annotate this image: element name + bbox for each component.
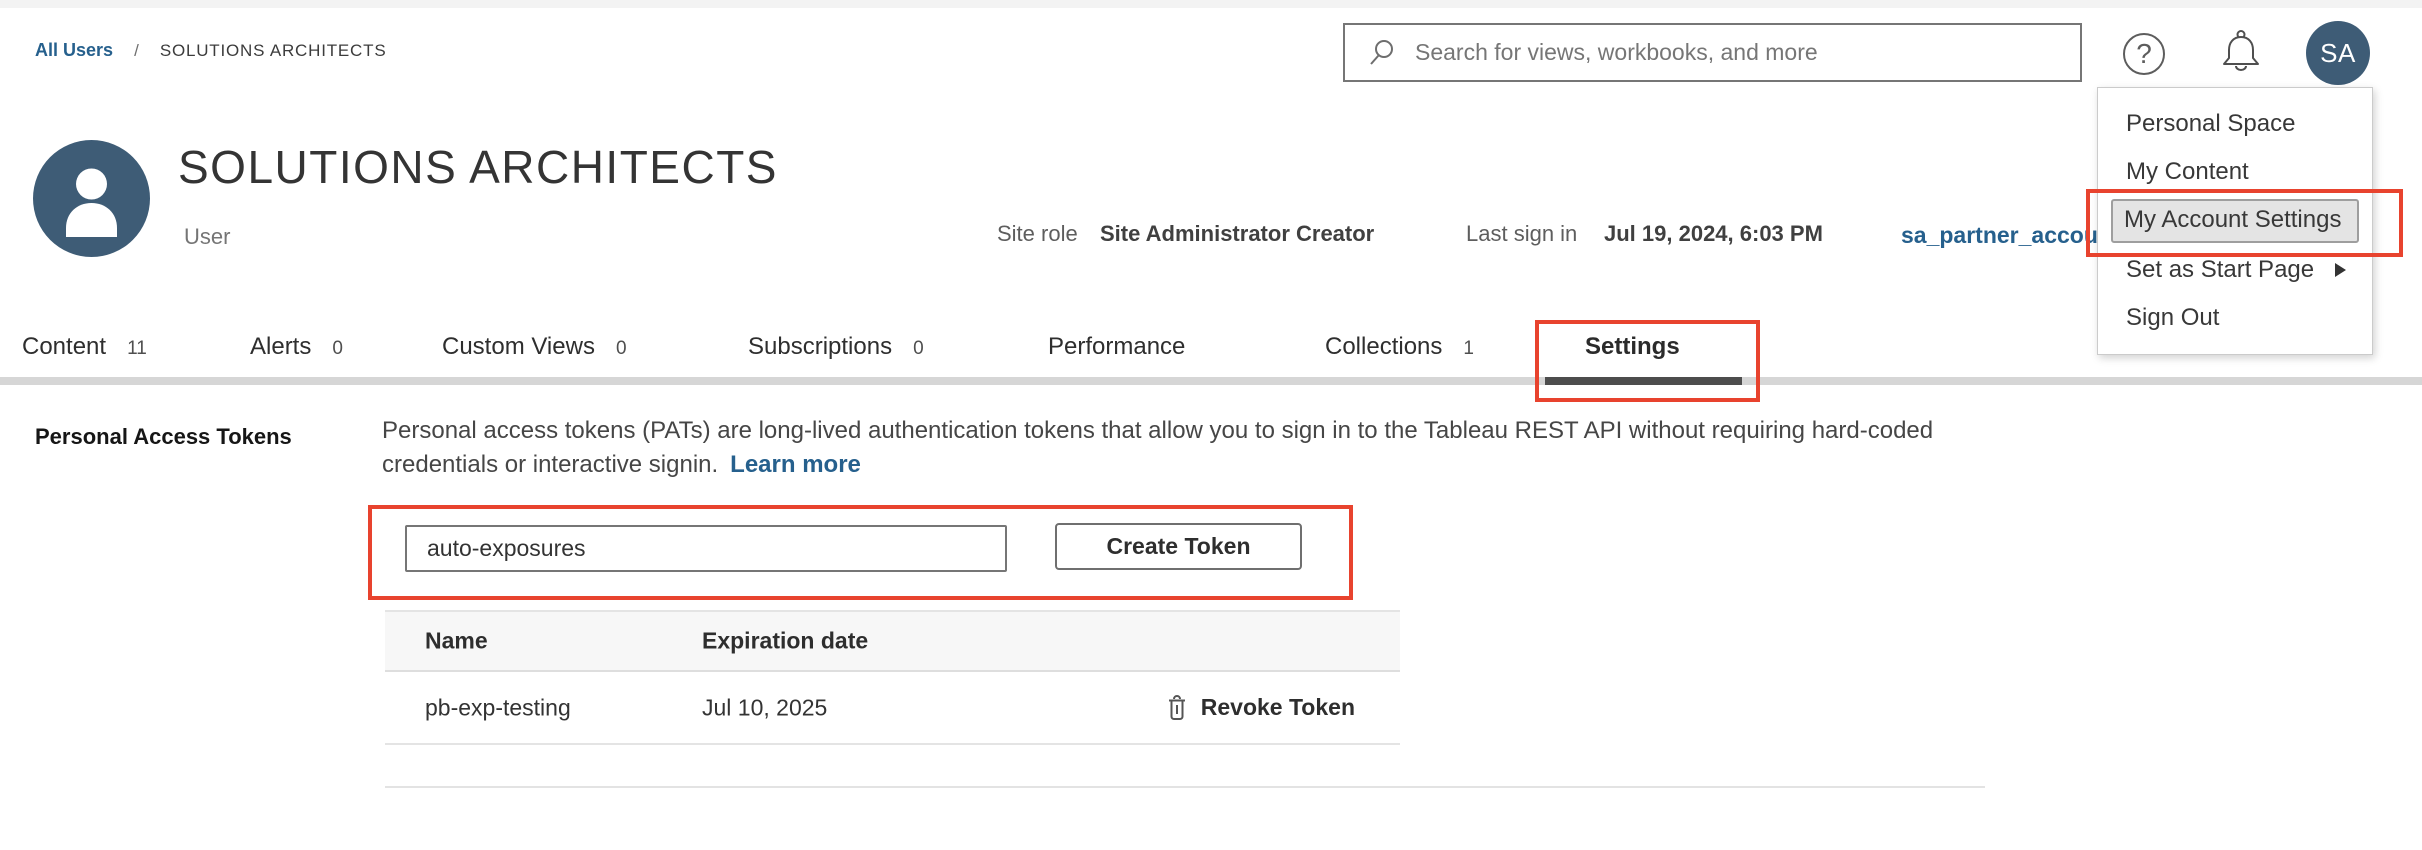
tab-count: 0 (332, 338, 343, 360)
column-header-name: Name (425, 628, 488, 655)
tab-label: Alerts (250, 333, 311, 361)
revoke-token-button[interactable]: Revoke Token (1167, 694, 1355, 722)
svg-text:?: ? (2136, 38, 2152, 69)
search-icon (1367, 38, 1397, 68)
column-header-expiration: Expiration date (702, 628, 868, 655)
site-role-value: Site Administrator Creator (1100, 221, 1374, 247)
pat-table: Name Expiration date pb-exp-testing Jul … (385, 610, 1400, 745)
token-name-input[interactable] (405, 525, 1007, 572)
tab-count: 1 (1463, 338, 1474, 360)
menu-item-my-account-settings[interactable]: My Account Settings (2111, 199, 2359, 243)
tab-label: Collections (1325, 333, 1442, 361)
user-account-menu: Personal Space My Content My Account Set… (2097, 87, 2373, 355)
tab-custom-views[interactable]: Custom Views 0 (442, 333, 627, 361)
page-title: SOLUTIONS ARCHITECTS (178, 140, 778, 194)
search-input[interactable] (1413, 38, 2080, 67)
top-hairline (0, 0, 2422, 8)
tab-collections[interactable]: Collections 1 (1325, 333, 1474, 361)
tab-label: Content (22, 333, 106, 361)
tab-content[interactable]: Content 11 (22, 333, 147, 361)
profile-avatar (33, 140, 150, 257)
pat-description-line1: Personal access tokens (PATs) are long-l… (382, 417, 1933, 444)
notifications-button[interactable] (2218, 28, 2264, 83)
menu-item-my-content[interactable]: My Content (2098, 148, 2372, 196)
table-row: pb-exp-testing Jul 10, 2025 Revoke Token (385, 672, 1400, 745)
create-token-button[interactable]: Create Token (1055, 523, 1302, 570)
tab-bar-underline (0, 377, 2422, 385)
tab-count: 0 (616, 338, 627, 360)
token-name-cell: pb-exp-testing (425, 694, 571, 721)
user-subtitle: User (184, 224, 230, 250)
last-sign-in-label: Last sign in (1466, 221, 1577, 247)
tab-count: 0 (913, 338, 924, 360)
tab-label: Custom Views (442, 333, 595, 361)
pat-description: Personal access tokens (PATs) are long-l… (382, 414, 2302, 482)
pat-section-label: Personal Access Tokens (35, 424, 292, 450)
revoke-token-label: Revoke Token (1201, 694, 1355, 721)
tab-performance[interactable]: Performance (1048, 333, 1185, 361)
token-expiration-cell: Jul 10, 2025 (702, 694, 827, 721)
breadcrumb-all-users-link[interactable]: All Users (35, 40, 113, 60)
tab-label: Performance (1048, 333, 1185, 361)
active-tab-indicator (1545, 377, 1742, 385)
search-box (1343, 23, 2082, 82)
menu-item-label: Set as Start Page (2126, 256, 2314, 283)
breadcrumb-separator: / (134, 41, 139, 60)
breadcrumb: All Users / SOLUTIONS ARCHITECTS (35, 40, 386, 61)
section-divider (385, 786, 1985, 788)
trash-icon (1167, 694, 1201, 722)
menu-item-sign-out[interactable]: Sign Out (2098, 294, 2372, 342)
help-button[interactable]: ? (2122, 32, 2166, 81)
help-icon: ? (2122, 63, 2166, 80)
tab-subscriptions[interactable]: Subscriptions 0 (748, 333, 924, 361)
menu-item-set-as-start-page[interactable]: Set as Start Page (2098, 246, 2372, 294)
tab-label: Settings (1585, 333, 1680, 361)
learn-more-link[interactable]: Learn more (730, 451, 861, 478)
tab-alerts[interactable]: Alerts 0 (250, 333, 343, 361)
person-icon (33, 244, 150, 261)
tab-label: Subscriptions (748, 333, 892, 361)
pat-description-line2: credentials or interactive signin. (382, 451, 718, 478)
tab-count: 11 (127, 338, 147, 360)
breadcrumb-current: SOLUTIONS ARCHITECTS (160, 41, 387, 60)
bell-icon (2218, 65, 2264, 82)
submenu-arrow-icon (2335, 263, 2346, 277)
site-role-label: Site role (997, 221, 1078, 247)
tableau-user-settings-page: All Users / SOLUTIONS ARCHITECTS ? (0, 0, 2422, 850)
account-name-link[interactable]: sa_partner_accou (1901, 222, 2098, 249)
last-sign-in-value: Jul 19, 2024, 6:03 PM (1604, 221, 1823, 247)
menu-item-personal-space[interactable]: Personal Space (2098, 100, 2372, 148)
table-header-row: Name Expiration date (385, 610, 1400, 672)
tab-settings[interactable]: Settings (1585, 333, 1680, 361)
user-avatar-button[interactable]: SA (2306, 21, 2370, 85)
